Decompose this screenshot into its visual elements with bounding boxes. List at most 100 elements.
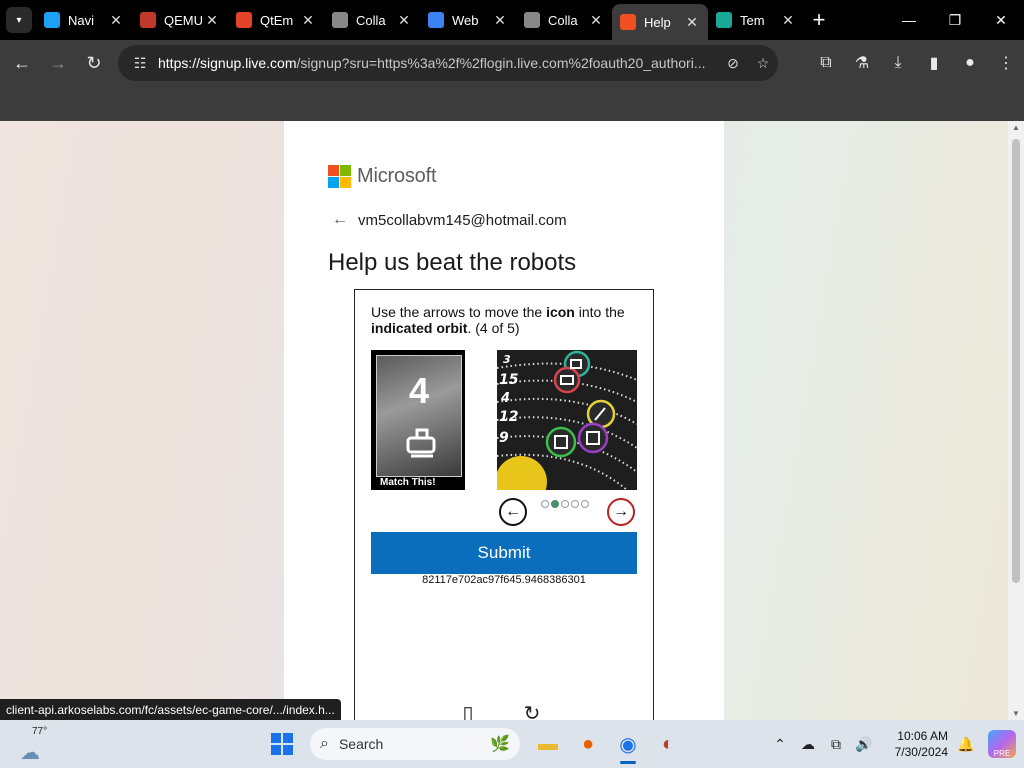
copilot-icon[interactable]: PRE — [988, 730, 1016, 758]
plus-icon: + — [812, 7, 826, 32]
page-viewport: Microsoft ← vm5collabvm145@hotmail.com H… — [0, 121, 1008, 720]
star-icon[interactable]: ☆ — [748, 55, 778, 72]
chevron-up-icon[interactable]: ⌃ — [766, 736, 794, 753]
tab-close-icon[interactable]: ✕ — [204, 12, 220, 29]
orbit-label-1: 3 — [503, 353, 511, 366]
restart-icon[interactable]: ↻ — [519, 700, 545, 721]
back-arrow-icon[interactable]: ← — [332, 211, 348, 229]
signup-card: Microsoft ← vm5collabvm145@hotmail.com H… — [284, 121, 724, 720]
taskbar: 77° ☁ ⌕ Search 🌿 ▬ ● ◉ ◐ ⌃ ☁ ⧉ 🔊 10:06 A… — [0, 720, 1024, 768]
browser-toolbar: ← → ↻ ☷ https://signup.live.com/signup?s… — [0, 40, 1024, 86]
arrow-right-icon: → — [49, 52, 67, 73]
reload-icon: ↻ — [86, 52, 102, 73]
audio-challenge-icon[interactable]: ▯ — [455, 700, 481, 721]
forward-button[interactable]: → — [40, 45, 76, 81]
tab-title: Colla — [356, 12, 386, 28]
browser-tab[interactable]: QtEm ✕ — [228, 0, 324, 40]
restore-button[interactable]: ❐ — [932, 0, 978, 40]
app-icon[interactable]: ◐ — [648, 724, 688, 764]
weather-widget[interactable]: 77° ☁ — [18, 724, 58, 764]
close-window-button[interactable]: ✕ — [978, 0, 1024, 40]
extensions-icon[interactable]: ⧉ — [808, 54, 844, 72]
captcha-instruction: Use the arrows to move the icon into the… — [371, 304, 641, 336]
file-explorer-icon[interactable]: ▬ — [528, 724, 568, 764]
instruction-text-1: Use the arrows to move the — [371, 304, 547, 320]
back-button[interactable]: ← — [4, 45, 40, 81]
notification-bell-icon[interactable]: 🔔 — [952, 736, 980, 753]
browser-tab[interactable]: Web ✕ — [420, 0, 516, 40]
tab-favicon-icon — [44, 12, 60, 28]
clock-date: 7/30/2024 — [894, 745, 948, 759]
cloud-icon: ☁ — [20, 742, 40, 764]
tab-close-icon[interactable]: ✕ — [108, 12, 124, 29]
url-text[interactable]: https://signup.live.com/signup?sru=https… — [158, 55, 718, 71]
brand-name: Microsoft — [357, 165, 437, 187]
chevron-down-icon: ▾ — [16, 14, 22, 26]
download-icon[interactable]: ⤓ — [880, 54, 916, 72]
firefox-icon[interactable]: ● — [568, 724, 608, 764]
arrow-left-icon: ← — [505, 503, 521, 520]
instruction-text-2: into the — [574, 304, 625, 320]
browser-tab[interactable]: Help ✕ — [612, 4, 708, 40]
taskbar-search[interactable]: ⌕ Search 🌿 — [310, 728, 520, 760]
browser-tab[interactable]: Navi ✕ — [36, 0, 132, 40]
tab-close-icon[interactable]: ✕ — [588, 12, 604, 29]
reload-button[interactable]: ↻ — [76, 45, 112, 81]
orbit-label-2: 15 — [499, 372, 519, 388]
browser-tab[interactable]: Colla ✕ — [324, 0, 420, 40]
tab-title: Help — [644, 14, 671, 30]
captcha-controls: ← → — [497, 496, 637, 526]
start-button[interactable] — [262, 724, 302, 764]
orbit-game-canvas[interactable]: 3 15 4 12 9 — [497, 350, 637, 490]
network-icon[interactable]: ⧉ — [822, 736, 850, 753]
onedrive-off-icon[interactable]: ☁ — [794, 736, 822, 753]
address-bar[interactable]: ☷ https://signup.live.com/signup?sru=htt… — [118, 45, 778, 81]
tab-search-button[interactable]: ▾ — [6, 7, 32, 33]
instruction-text-3: . (4 of 5) — [467, 320, 520, 336]
instruction-icon-word: icon — [546, 304, 575, 320]
site-info-icon[interactable]: ☷ — [128, 55, 152, 72]
side-panel-icon[interactable]: ▮ — [916, 53, 952, 73]
url-path: /signup?sru=https%3a%2f%2flogin.live.com… — [296, 55, 706, 71]
progress-dots — [541, 500, 591, 508]
volume-icon[interactable]: 🔊 — [850, 736, 878, 753]
next-arrow-button[interactable]: → — [607, 498, 635, 526]
page-scrollbar[interactable]: ▲ ▼ — [1008, 121, 1024, 720]
window-controls: — ❐ ✕ — [886, 0, 1024, 40]
clock[interactable]: 10:06 AM 7/30/2024 — [878, 728, 948, 760]
temperature: 77° — [32, 726, 48, 737]
arrow-right-icon: → — [613, 503, 629, 520]
chrome-icon[interactable]: ◉ — [608, 724, 648, 764]
tab-close-icon[interactable]: ✕ — [396, 12, 412, 29]
tab-favicon-icon — [620, 14, 636, 30]
session-id: 82117e702ac97f645.9468386301 — [422, 574, 586, 586]
orbit-label-5: 9 — [499, 430, 509, 446]
previous-arrow-button[interactable]: ← — [499, 498, 527, 526]
menu-kebab-icon[interactable]: ⋮ — [988, 53, 1024, 73]
tab-close-icon[interactable]: ✕ — [780, 12, 796, 29]
submit-button[interactable]: Submit — [371, 532, 637, 574]
account-back-link[interactable]: ← vm5collabvm145@hotmail.com — [332, 211, 567, 229]
new-tab-button[interactable]: + — [804, 7, 834, 33]
system-tray: ⌃ ☁ ⧉ 🔊 10:06 AM 7/30/2024 🔔 PRE — [766, 720, 1024, 768]
scroll-up-icon[interactable]: ▲ — [1008, 123, 1024, 132]
tab-list: Navi ✕ QEMU ✕ QtEm ✕ Colla ✕ Web ✕ Colla ✕ Help ✕ Tem ✕ — [36, 0, 804, 40]
browser-tab[interactable]: QEMU ✕ — [132, 0, 228, 40]
browser-tab[interactable]: Tem ✕ — [708, 0, 804, 40]
tab-favicon-icon — [428, 12, 444, 28]
tab-close-icon[interactable]: ✕ — [300, 12, 316, 29]
profile-avatar-icon[interactable]: ● — [952, 54, 988, 72]
eye-off-icon[interactable]: ⊘ — [718, 55, 748, 72]
scrollbar-thumb[interactable] — [1012, 139, 1020, 583]
instruction-orbit-word: indicated orbit — [371, 320, 468, 336]
minimize-button[interactable]: — — [886, 0, 932, 40]
tab-close-icon[interactable]: ✕ — [684, 14, 700, 31]
microsoft-logo: Microsoft — [328, 165, 437, 188]
browser-tab[interactable]: Colla ✕ — [516, 0, 612, 40]
labs-flask-icon[interactable]: ⚗ — [844, 53, 880, 73]
tab-title: QtEm — [260, 12, 294, 28]
match-card: 4 Match This! — [371, 350, 465, 490]
scroll-down-icon[interactable]: ▼ — [1008, 709, 1024, 718]
progress-dot — [541, 500, 549, 508]
tab-close-icon[interactable]: ✕ — [492, 12, 508, 29]
